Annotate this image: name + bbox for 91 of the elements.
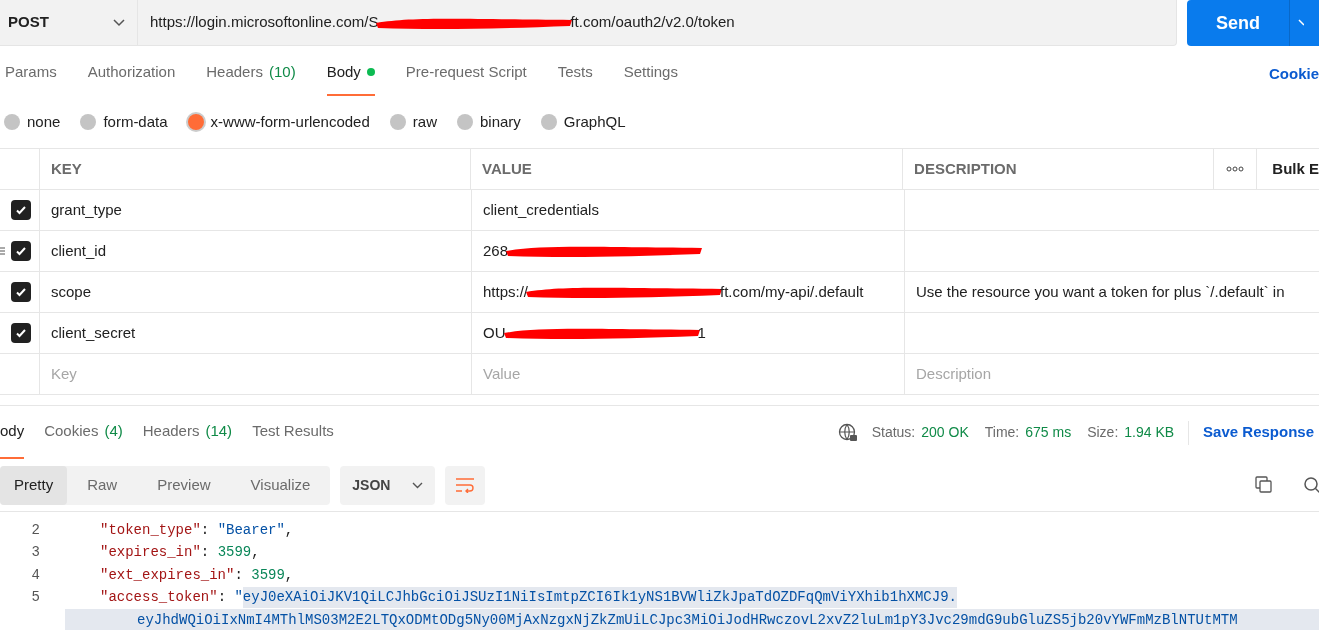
code-token: "ext_expires_in" (100, 565, 235, 585)
checkbox[interactable] (11, 323, 31, 343)
radio-button[interactable] (389, 114, 406, 130)
checkbox[interactable] (11, 282, 31, 302)
code-token: eyJhdWQiOiIxNmI4MThlMS03M2E2LTQxODMtODg5Ny00MjAxNzgxNjZkZmUiLCJpc3MiOiJodHRwczovL2xvZ2luLm1pY3Jvc29mdG9ubGluZS5jb20vYWFmMzBlNTUtMTM (137, 610, 1238, 630)
copy-icon[interactable] (1255, 476, 1273, 494)
line-number: 3 (30, 543, 40, 563)
checkbox[interactable] (11, 241, 31, 261)
radio-button[interactable] (187, 114, 204, 130)
cookies-link[interactable]: Cookie (1269, 62, 1319, 96)
radio-button[interactable] (80, 114, 97, 130)
response-tab[interactable]: ody (0, 406, 25, 459)
url-field[interactable]: https://login.microsoftonline.com/S ft.com/oauth2/v2.0/token (138, 0, 735, 45)
value-cell[interactable]: client_credentials (472, 190, 905, 230)
count: (14) (205, 421, 233, 442)
body-type-radio[interactable]: raw (389, 110, 437, 134)
checkmark-icon (15, 245, 27, 257)
request-tab[interactable]: Body (326, 60, 375, 96)
key-cell[interactable]: client_id (40, 231, 472, 271)
code-token: " (234, 588, 243, 608)
save-response-button[interactable]: Save Response (1203, 421, 1314, 444)
radio-button[interactable] (540, 114, 557, 130)
radio-button[interactable] (456, 114, 473, 130)
code-token: : (200, 520, 211, 540)
response-tab[interactable]: Test Results (252, 406, 334, 459)
body-type-radio[interactable]: x-www-form-urlencoded (187, 110, 370, 134)
code-token: "token_type" (100, 520, 201, 540)
value-cell[interactable]: https:// ft.com/my-api/.default (472, 272, 905, 312)
request-tab[interactable]: Params (5, 60, 57, 96)
view-mode-tab[interactable]: Pretty (0, 465, 68, 505)
checkbox[interactable] (11, 200, 31, 220)
body-type-radio[interactable]: form-data (80, 110, 168, 134)
body-type-radio[interactable]: binary (456, 110, 521, 134)
column-header: VALUE (471, 149, 904, 189)
response-tab[interactable]: Cookies (4) (44, 406, 123, 459)
code-token: eyJ0eXAiOiJKV1QiLCJhbGciOiJSUzI1NiIsImtpZCI6Ik1yNS1BVWliZkJpaTdOZDFqQmViYXhib1hXMCJ9. (242, 587, 957, 609)
body-type-radio[interactable]: none (4, 110, 61, 134)
bulk-edit-button[interactable]: Bulk E (1257, 149, 1319, 189)
status-value: 200 OK (921, 423, 969, 442)
checkmark-icon (15, 286, 27, 298)
code-token: , (251, 543, 260, 563)
column-header: DESCRIPTION (903, 149, 1215, 189)
code-token: : (200, 543, 211, 563)
code-token: "access_token" (100, 588, 218, 608)
count: (4) (104, 421, 123, 442)
code-token: 3599 (251, 565, 285, 585)
time-label: Time: (984, 423, 1020, 442)
code-token: : (234, 565, 244, 585)
line-number: 4 (30, 565, 40, 585)
more-icon[interactable] (1226, 166, 1245, 172)
view-mode-tab[interactable]: Preview (137, 465, 231, 505)
line-number: 2 (30, 520, 40, 540)
request-tab[interactable]: Tests (557, 60, 593, 96)
request-tab[interactable]: Headers (10) (206, 60, 296, 96)
method-select[interactable]: POST (0, 0, 138, 45)
body-type-radio[interactable]: GraphQL (540, 110, 626, 134)
view-mode-tab[interactable]: Visualize (230, 465, 331, 505)
wrap-button[interactable] (445, 465, 486, 505)
checkmark-icon (15, 327, 27, 339)
globe-lock-icon (837, 422, 858, 443)
wrap-lines-icon (455, 477, 476, 493)
search-icon[interactable] (1303, 476, 1319, 494)
code-token: : (217, 588, 228, 608)
count: (10) (268, 61, 296, 82)
line-number: 5 (30, 588, 40, 608)
key-cell[interactable]: client_secret (40, 313, 472, 353)
time-value: 675 ms (1025, 423, 1072, 442)
code-token: "Bearer" (217, 520, 285, 540)
code-token: , (284, 565, 294, 585)
value-cell[interactable]: 268 (472, 231, 905, 271)
size-value: 1.94 KB (1124, 423, 1175, 442)
description-cell[interactable]: Use the resource you want a token for plus `/.default` in (916, 280, 1285, 304)
format-select[interactable]: JSON (340, 465, 436, 505)
value-cell[interactable]: OU 1 (472, 313, 905, 353)
code-token: , (284, 520, 294, 540)
response-tab[interactable]: Headers (14) (142, 406, 233, 459)
drag-handle-icon[interactable] (0, 247, 5, 255)
key-cell[interactable]: scope (40, 272, 472, 312)
status-label: Status: (871, 423, 916, 442)
column-header: KEY (39, 149, 471, 189)
code-token: 3599 (217, 543, 252, 563)
request-tab[interactable]: Pre-request Script (405, 60, 527, 96)
request-tab[interactable]: Authorization (87, 60, 176, 96)
code-token: "expires_in" (100, 543, 201, 563)
checkmark-icon (15, 204, 27, 216)
send-button[interactable]: Send (1187, 0, 1289, 46)
request-tab[interactable]: Settings (623, 60, 678, 96)
view-mode-tab[interactable]: Raw (67, 465, 138, 505)
size-label: Size: (1087, 423, 1119, 442)
key-cell[interactable]: grant_type (40, 190, 472, 230)
radio-button[interactable] (4, 114, 20, 130)
